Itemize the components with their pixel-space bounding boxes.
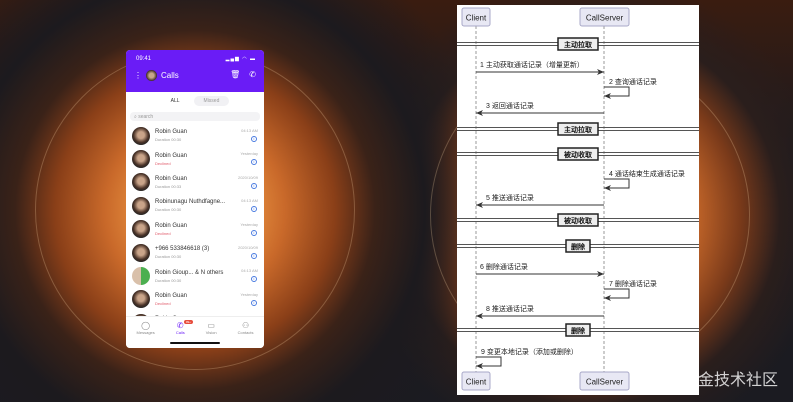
- messages-icon: ◯: [141, 321, 151, 330]
- message-label: 9 变更本地记录（添加或删除）: [481, 347, 578, 356]
- participant-label: Client: [466, 378, 487, 387]
- participant-label: CallServer: [586, 378, 624, 387]
- call-time: 04:13 AM: [241, 198, 258, 204]
- call-list-item[interactable]: Robin Guan Declined Yesterday i: [126, 147, 264, 170]
- call-list-item[interactable]: Robin Guan Duration 00:30 04:13 AM i: [126, 124, 264, 147]
- avatar: [132, 196, 150, 215]
- avatar: [132, 243, 150, 262]
- trash-icon[interactable]: 🗑: [230, 70, 240, 79]
- call-detail: Duration 00:30: [155, 207, 182, 213]
- nav-label: Contacts: [237, 330, 254, 335]
- divider-label: 删除: [571, 326, 586, 335]
- message-label: 5 推送通话记录: [486, 193, 534, 202]
- add-call-icon[interactable]: ✆: [249, 70, 256, 79]
- call-detail: Declined: [155, 160, 171, 166]
- call-list-item[interactable]: Robin Guan Declined Yesterday i: [126, 218, 264, 241]
- divider-label: 删除: [571, 242, 586, 251]
- participant-label: Client: [466, 14, 487, 23]
- menu-icon[interactable]: ⋮: [134, 71, 142, 80]
- badge: 99+: [183, 320, 193, 324]
- divider-label: 被动收取: [564, 216, 593, 225]
- call-list-item[interactable]: +966 533846618 (3) Duration 00:30 2020/1…: [126, 241, 264, 264]
- avatar: [132, 173, 150, 192]
- info-icon[interactable]: i: [251, 252, 257, 259]
- nav-item-messages[interactable]: ◯ Messages: [137, 321, 155, 348]
- divider-label: 被动收取: [564, 150, 593, 159]
- call-time: 2020/10/09: [237, 174, 258, 180]
- page-title: Calls: [161, 71, 179, 80]
- call-detail: Declined: [155, 300, 171, 306]
- tab-missed[interactable]: Missed: [193, 96, 230, 106]
- message-label: 6 删除通话记录: [480, 262, 528, 271]
- call-time: 2020/10/09: [237, 244, 258, 250]
- call-time: Yesterday: [240, 151, 258, 157]
- nav-item-contacts[interactable]: ⚇ Contacts: [238, 321, 254, 348]
- call-list: Robin Guan Duration 00:30 04:13 AM i Rob…: [126, 124, 264, 335]
- call-list-item[interactable]: Robin Gioup... & N others Duration 00:30…: [126, 264, 264, 287]
- app-header: 09:41 ▂▄▆ ◠ ▬ ⋮ Calls 🗑 ✆: [126, 50, 264, 92]
- call-detail: Duration 00:30: [155, 254, 182, 260]
- participant-label: CallServer: [586, 14, 624, 23]
- sequence-diagram: Client CallServerClient CallServer主动拉取主动拉取…: [457, 5, 699, 395]
- call-time: Yesterday: [240, 221, 258, 227]
- nav-label: Vision: [205, 330, 217, 335]
- search-input[interactable]: ⌕ search: [130, 112, 260, 121]
- divider-label: 主动拉取: [564, 40, 593, 49]
- tab-all[interactable]: ALL: [161, 96, 190, 106]
- message-label: 8 推送通话记录: [486, 304, 534, 313]
- nav-label: Calls: [175, 330, 185, 335]
- avatar: [132, 290, 150, 309]
- status-icons: ▂▄▆ ◠ ▬: [225, 56, 256, 62]
- contacts-icon: ⚇: [241, 321, 250, 330]
- call-time: Yesterday: [240, 291, 258, 297]
- call-detail: Duration 00:30: [155, 137, 182, 143]
- nav-label: Messages: [136, 330, 155, 335]
- call-detail: Duration 00:30: [155, 277, 182, 283]
- call-time: 04:13 AM: [241, 128, 258, 133]
- phone-screen: 09:41 ▂▄▆ ◠ ▬ ⋮ Calls 🗑 ✆ ALL Missed ⌕ sear…: [126, 50, 264, 348]
- message-label: 2 查询通话记录: [609, 77, 657, 86]
- vision-icon: ▭: [207, 321, 215, 330]
- watermark: @稀土掘金技术社区: [634, 370, 779, 389]
- call-detail: Declined: [155, 230, 171, 236]
- call-list-item[interactable]: Robinunagu Nuthdfagne... Duration 00:30 …: [126, 194, 264, 217]
- home-indicator: [170, 342, 220, 344]
- avatar: [132, 267, 150, 286]
- message-label: 4 通话结束生成通话记录: [609, 169, 685, 178]
- avatar: [132, 220, 150, 239]
- message-label: 3 返回通话记录: [486, 101, 534, 110]
- status-time: 09:41: [136, 56, 152, 62]
- call-detail: Duration 00:33: [155, 183, 182, 189]
- divider-label: 主动拉取: [564, 125, 593, 134]
- avatar: [132, 126, 150, 145]
- info-icon[interactable]: i: [251, 136, 257, 142]
- message-label: 1 主动获取通话记录（增量更新）: [480, 60, 584, 69]
- call-time: 04:13 AM: [241, 268, 258, 274]
- call-list-item[interactable]: Robin Guan Duration 00:33 2020/10/09 i: [126, 171, 264, 194]
- message-label: 7 删除通话记录: [609, 279, 657, 288]
- search-placeholder: search: [138, 114, 154, 120]
- info-icon[interactable]: i: [251, 182, 257, 189]
- avatar: [132, 150, 150, 169]
- info-icon[interactable]: i: [251, 299, 257, 306]
- call-list-item[interactable]: Robin Guan Declined Yesterday i: [126, 288, 264, 311]
- avatar[interactable]: [146, 70, 157, 81]
- info-icon[interactable]: i: [251, 229, 257, 236]
